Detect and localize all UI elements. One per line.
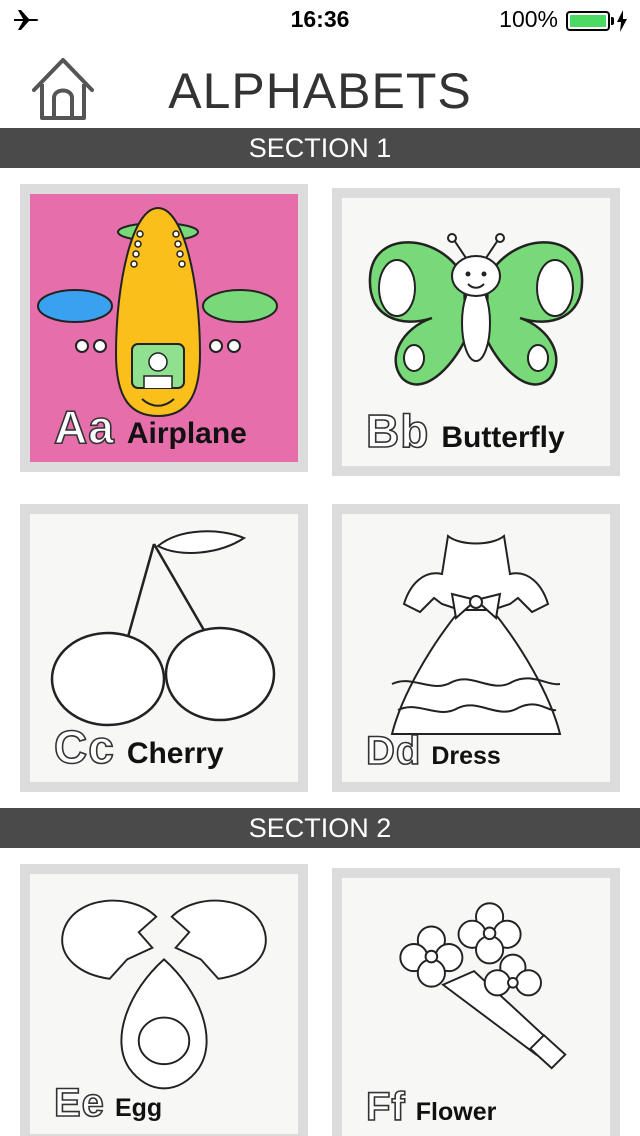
card-caption: Aa Airplane	[53, 400, 288, 454]
card-letters: Dd	[365, 728, 422, 774]
status-bar: 16:36 100%	[0, 0, 640, 40]
section-header-2: SECTION 2	[0, 808, 640, 848]
card-letters: Ff	[365, 1084, 406, 1130]
card-flower[interactable]: Ff Flower	[332, 868, 620, 1136]
card-letters: Aa	[53, 400, 115, 454]
card-dress[interactable]: Dd Dress	[332, 504, 620, 792]
battery-fill	[570, 15, 606, 27]
header: ALPHABETS	[0, 40, 640, 128]
card-caption: Cc Cherry	[53, 720, 288, 774]
card-egg[interactable]: Ee Egg	[20, 864, 308, 1136]
card-word: Butterfly	[441, 421, 565, 454]
card-butterfly[interactable]: Bb Butterfly	[332, 188, 620, 476]
charging-bolt-icon	[617, 10, 627, 32]
card-letters: Bb	[365, 404, 430, 458]
card-word: Dress	[431, 742, 501, 770]
card-word: Flower	[415, 1098, 497, 1126]
card-letters: Ee	[53, 1080, 105, 1126]
section-header-1: SECTION 1	[0, 128, 640, 168]
card-word: Cherry	[126, 737, 224, 770]
battery-icon	[566, 11, 610, 31]
card-caption: Dd Dress	[365, 728, 600, 774]
battery-tip	[611, 17, 614, 25]
card-caption: Ff Flower	[365, 1084, 600, 1130]
card-letters: Cc	[53, 720, 115, 774]
battery-percent: 100%	[499, 6, 558, 32]
card-airplane[interactable]: Aa Airplane	[20, 184, 308, 472]
card-cherry[interactable]: Cc Cherry	[20, 504, 308, 792]
card-caption: Bb Butterfly	[365, 404, 600, 458]
page-title: ALPHABETS	[168, 63, 472, 119]
card-caption: Ee Egg	[53, 1080, 288, 1126]
card-word: Egg	[114, 1094, 163, 1122]
card-word: Airplane	[126, 417, 247, 450]
